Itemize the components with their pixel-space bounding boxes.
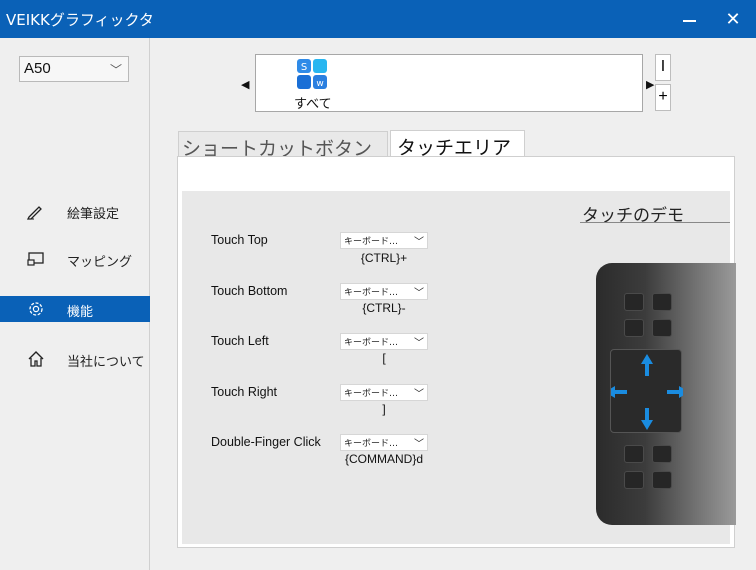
chevron-down-icon: ﹀ (414, 389, 424, 400)
main-panel: ◀ S w すべて ▶ I + ショートカットボタン タッチエリア Touch … (151, 38, 756, 570)
select-value: キーボード… (344, 439, 399, 449)
select-value: キーボード… (344, 389, 399, 399)
touch-left-value: [ (382, 351, 386, 365)
apps-icon[interactable]: S w (296, 58, 328, 90)
sidebar-item-mapping[interactable]: マッピング (0, 246, 150, 272)
double-finger-click-value: {COMMAND}d (344, 452, 424, 466)
select-value: キーボード… (344, 237, 399, 247)
touch-left-select[interactable]: キーボード… ﹀ (340, 333, 428, 350)
add-function-button[interactable]: + (655, 84, 671, 111)
touch-left-label: Touch Left (211, 334, 269, 348)
touch-bottom-value: {CTRL}- (362, 301, 406, 315)
double-finger-click-label: Double-Finger Click (211, 435, 321, 449)
tablet-key (652, 471, 672, 489)
touch-right-value: ] (382, 402, 386, 416)
sidebar-item-about[interactable]: 当社について (0, 346, 150, 372)
sidebar-item-label: マッピング (67, 255, 133, 270)
tablet-key (652, 445, 672, 463)
tablet-image (596, 263, 736, 525)
chevron-down-icon: ﹀ (414, 288, 424, 299)
touch-top-label: Touch Top (211, 233, 268, 247)
sidebar-item-functions[interactable]: 機能 (0, 296, 150, 322)
device-select[interactable]: A50 ﹀ (19, 56, 129, 82)
minimize-button[interactable] (676, 10, 702, 30)
touch-bottom-select[interactable]: キーボード… ﹀ (340, 283, 428, 300)
sidebar-item-pen-settings[interactable]: 絵筆設定 (0, 198, 150, 224)
touch-demo-title: タッチのデモ (580, 201, 730, 223)
chevron-down-icon: ﹀ (414, 439, 424, 450)
tablet-key (624, 471, 644, 489)
title-bar: VEIKKグラフィックタ ✕ (0, 0, 756, 38)
chevron-down-icon: ﹀ (109, 63, 122, 77)
tablet-key (624, 293, 644, 311)
svg-text:w: w (316, 79, 323, 89)
home-icon (26, 349, 46, 369)
tab-shortcut-buttons[interactable]: ショートカットボタン (178, 131, 388, 157)
window-title: VEIKKグラフィックタ (6, 11, 154, 29)
touch-top-value: {CTRL}+ (360, 251, 408, 265)
select-value: キーボード… (344, 288, 399, 298)
tab-touch-area[interactable]: タッチエリア (390, 130, 525, 158)
select-value: キーボード… (344, 338, 399, 348)
function-item-label[interactable]: すべて (294, 93, 332, 112)
remove-function-button[interactable]: I (655, 54, 671, 81)
device-select-value: A50 (24, 60, 51, 77)
svg-text:S: S (301, 62, 307, 73)
touch-area-panel: Touch Top キーボード… ﹀ {CTRL}+ Touch Bottom … (177, 156, 736, 548)
tablet-key (624, 319, 644, 337)
touch-settings-area: Touch Top キーボード… ﹀ {CTRL}+ Touch Bottom … (182, 191, 736, 544)
touch-top-select[interactable]: キーボード… ﹀ (340, 232, 428, 249)
tablet-key (652, 319, 672, 337)
sidebar-item-label: 機能 (67, 305, 94, 320)
gear-icon (26, 299, 46, 319)
tablet-touch-area (610, 349, 683, 433)
monitor-icon (26, 249, 46, 269)
sidebar-item-label: 絵筆設定 (67, 207, 120, 222)
sidebar-item-label: 当社について (67, 355, 145, 370)
add-remove-controls: I + (655, 54, 671, 112)
double-finger-click-select[interactable]: キーボード… ﹀ (340, 434, 428, 451)
tablet-key (652, 293, 672, 311)
touch-right-select[interactable]: キーボード… ﹀ (340, 384, 428, 401)
pen-icon (26, 201, 46, 221)
tablet-key (624, 445, 644, 463)
scroll-right-button[interactable]: ▶ (646, 78, 654, 91)
close-button[interactable]: ✕ (720, 8, 746, 32)
chevron-down-icon: ﹀ (414, 237, 424, 248)
scroll-left-button[interactable]: ◀ (241, 78, 249, 91)
chevron-down-icon: ﹀ (414, 338, 424, 349)
touch-bottom-label: Touch Bottom (211, 284, 288, 298)
touch-right-label: Touch Right (211, 385, 278, 399)
function-strip: S w すべて (255, 54, 643, 112)
sidebar: A50 ﹀ 絵筆設定 マッピング 機能 当社について (0, 38, 150, 570)
